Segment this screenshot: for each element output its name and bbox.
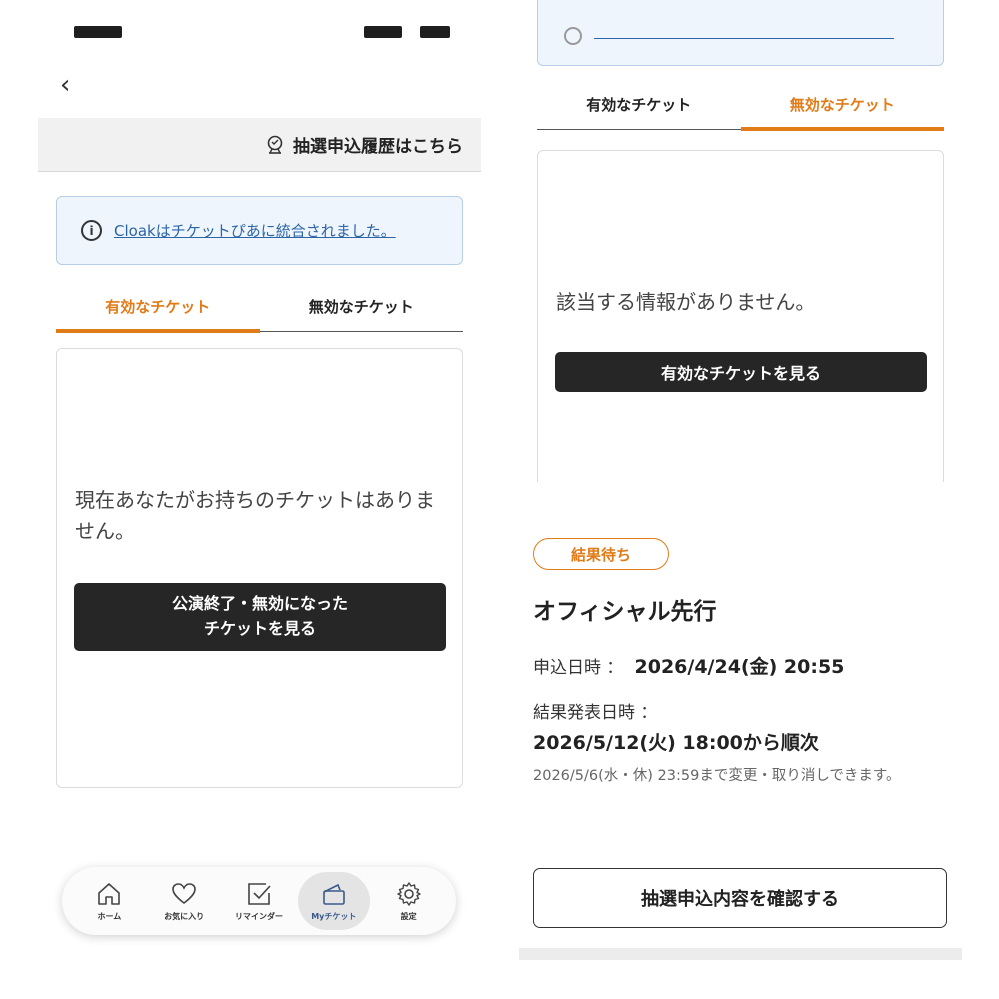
notice-link-underline bbox=[594, 38, 894, 39]
bottom-navigation: ホーム お気に入り リマインダー Myチケット 設定 bbox=[62, 867, 456, 935]
apply-datetime-label: 申込日時 ： bbox=[533, 658, 624, 678]
apply-datetime-row: 申込日時 ： 2026/4/24(金) 20:55 bbox=[533, 652, 844, 679]
empty-message: 該当する情報がありません。 bbox=[556, 290, 816, 314]
lottery-history-icon bbox=[267, 135, 283, 154]
view-expired-tickets-button[interactable]: 公演終了・無効になった チケットを見る bbox=[74, 583, 446, 651]
integration-notice: i Cloakはチケットぴあに統合されました。 bbox=[56, 196, 463, 265]
gear-icon bbox=[396, 881, 421, 906]
tab-invalid-tickets[interactable]: 無効なチケット bbox=[740, 80, 945, 131]
nav-favorites-label: お気に入り bbox=[164, 911, 205, 921]
valid-tickets-card: 現在あなたがお持ちのチケットはありません。 公演終了・無効になった チケットを見… bbox=[56, 348, 463, 788]
integration-notice-partial bbox=[537, 0, 944, 66]
ticket-tabs: 有効なチケット 無効なチケット bbox=[537, 80, 945, 131]
home-icon bbox=[98, 882, 121, 905]
nav-home-label: ホーム bbox=[97, 911, 122, 921]
status-bar-battery bbox=[420, 26, 450, 38]
ticket-icon bbox=[322, 883, 345, 905]
result-datetime-label: 結果発表日時 ： bbox=[533, 703, 658, 723]
tab-valid-tickets[interactable]: 有効なチケット bbox=[537, 80, 741, 129]
left-screen: ‹ 抽選申込履歴はこちら i Cloakはチケットぴあに統合されました。 有効な… bbox=[38, 0, 481, 960]
apply-datetime-value: 2026/4/24(金) 20:55 bbox=[634, 656, 845, 678]
ticket-tabs: 有効なチケット 無効なチケット bbox=[56, 282, 464, 333]
tab-invalid-tickets[interactable]: 無効なチケット bbox=[260, 282, 464, 331]
confirm-application-button[interactable]: 抽選申込内容を確認する bbox=[533, 868, 947, 928]
info-icon bbox=[564, 27, 582, 45]
right-top-screen: 有効なチケット 無効なチケット 該当する情報がありません。 有効なチケットを見る bbox=[519, 0, 962, 482]
empty-message: 現在あなたがお持ちのチケットはありません。 bbox=[75, 488, 435, 543]
tab-valid-tickets[interactable]: 有効なチケット bbox=[56, 282, 260, 333]
change-deadline-note: 2026/5/6(水・休) 23:59まで変更・取り消しできます。 bbox=[533, 768, 901, 784]
nav-settings-label: 設定 bbox=[400, 911, 417, 921]
bottom-divider bbox=[519, 948, 962, 960]
status-badge: 結果待ち bbox=[533, 538, 669, 570]
back-button[interactable]: ‹ bbox=[60, 72, 70, 98]
nav-reminder-label: リマインダー bbox=[234, 911, 283, 921]
nav-my-tickets[interactable]: Myチケット bbox=[297, 872, 370, 930]
invalid-tickets-card: 該当する情報がありません。 有効なチケットを見る bbox=[537, 150, 944, 482]
sale-name: オフィシャル先行 bbox=[533, 599, 717, 625]
status-bar-time bbox=[74, 26, 122, 38]
integration-notice-link[interactable]: Cloakはチケットぴあに統合されました。 bbox=[114, 220, 396, 241]
nav-reminder[interactable]: リマインダー bbox=[223, 872, 295, 930]
heart-icon bbox=[172, 882, 196, 904]
nav-settings[interactable]: 設定 bbox=[373, 872, 445, 930]
result-datetime-value: 2026/5/12(火) 18:00から順次 bbox=[533, 732, 819, 754]
checkbox-icon bbox=[248, 882, 271, 905]
info-icon: i bbox=[81, 220, 102, 241]
nav-home[interactable]: ホーム bbox=[73, 872, 145, 930]
nav-my-tickets-label: Myチケット bbox=[311, 911, 357, 921]
lottery-history-link[interactable]: 抽選申込履歴はこちら bbox=[293, 132, 463, 157]
right-bottom-screen: 結果待ち オフィシャル先行 申込日時 ： 2026/4/24(金) 20:55 … bbox=[519, 482, 962, 960]
status-bar-signal bbox=[364, 26, 402, 38]
lottery-history-bar[interactable]: 抽選申込履歴はこちら bbox=[38, 118, 481, 172]
view-expired-tickets-label-line2: チケットを見る bbox=[203, 619, 316, 638]
nav-favorites[interactable]: お気に入り bbox=[148, 872, 220, 930]
view-valid-tickets-button[interactable]: 有効なチケットを見る bbox=[555, 352, 927, 392]
view-expired-tickets-label-line1: 公演終了・無効になった bbox=[171, 594, 348, 614]
